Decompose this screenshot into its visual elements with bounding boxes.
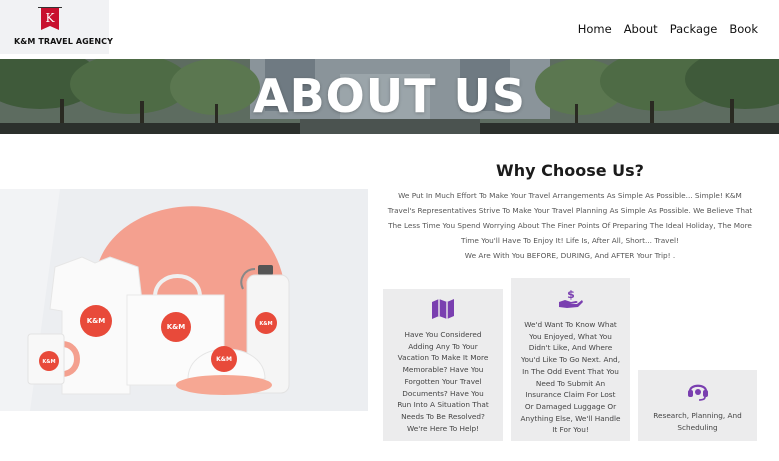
card-line: Adding Any To Your	[408, 341, 478, 351]
card-line: We're Here To Help!	[406, 423, 480, 433]
brand-flag-icon: K	[38, 7, 62, 30]
feature-card-planning: Research, Planning, And Scheduling	[638, 370, 757, 441]
card-line: Memorable? Have You	[402, 365, 484, 375]
card-line: Or Damaged Luggage Or	[524, 401, 617, 411]
card-line: Research, Planning, And	[653, 411, 742, 420]
feature-card-text: We'd Want To Know What You Enjoyed, What…	[519, 319, 622, 436]
svg-text:$: $	[567, 288, 575, 301]
brand-flag-letter: K	[46, 11, 56, 25]
main-nav: Home About Package Book	[578, 22, 758, 36]
card-line: Anything Else, We'll Handle	[520, 413, 621, 423]
card-line: Vacation To Make It More	[397, 353, 489, 363]
card-line: We'd Want To Know What	[524, 320, 617, 329]
card-line: Have You Considered	[404, 330, 482, 339]
card-line: Didn't Like, And Where	[528, 343, 613, 353]
card-line: You Enjoyed, What You	[529, 331, 612, 341]
banner-title: ABOUT US	[253, 69, 526, 123]
feature-card-text: Have You Considered Adding Any To Your V…	[391, 329, 495, 434]
card-line: Need To Submit An	[535, 378, 606, 388]
brand-logo[interactable]: K K&M TRAVEL AGENCY	[0, 0, 113, 54]
card-line: It For You!	[552, 425, 589, 435]
merchandise-image: K&M K&M K&M K&M K&M	[0, 189, 368, 411]
card-line: In The Odd Event That You	[522, 366, 619, 376]
intro-line: We Put In Much Effort To Make Your Trave…	[398, 191, 742, 200]
nav-package[interactable]: Package	[670, 22, 718, 36]
card-line: Documents? Have You	[402, 388, 484, 398]
why-title: Why Choose Us?	[496, 161, 644, 180]
nav-about[interactable]: About	[624, 22, 658, 36]
card-line: Scheduling	[677, 422, 718, 432]
map-icon	[432, 299, 454, 319]
tshirt-logo-text: K&M	[87, 317, 106, 325]
bottle-logo-text: K&M	[259, 321, 272, 327]
why-intro: We Put In Much Effort To Make Your Trave…	[383, 188, 757, 263]
feature-card-text: Research, Planning, And Scheduling	[646, 410, 749, 433]
tote-logo-text: K&M	[167, 323, 186, 331]
card-line: Insurance Claim For Lost	[525, 390, 616, 400]
nav-book[interactable]: Book	[729, 22, 758, 36]
card-line: You'd Like To Go Next. And,	[520, 355, 621, 365]
nav-home[interactable]: Home	[578, 22, 612, 36]
feature-card-feedback: $ We'd Want To Know What You Enjoyed, Wh…	[511, 278, 630, 441]
intro-line: Time You'll Have To Enjoy It! Life Is, A…	[461, 236, 679, 245]
card-line: Forgotten Your Travel	[404, 376, 482, 386]
merchandise-illustration: K&M K&M K&M K&M K&M	[0, 189, 368, 411]
hand-dollar-icon: $	[558, 288, 583, 308]
headset-icon	[687, 384, 708, 401]
mug-logo-text: K&M	[42, 359, 55, 365]
card-line: Needs To Be Resolved?	[401, 411, 485, 421]
brand-name: K&M TRAVEL AGENCY	[14, 37, 114, 46]
cap-logo-text: K&M	[216, 356, 232, 363]
site-header: K K&M TRAVEL AGENCY Home About Package B…	[0, 0, 779, 59]
intro-line: We Are With You BEFORE, DURING, And AFTE…	[464, 251, 676, 260]
about-banner: ABOUT US	[0, 59, 779, 134]
intro-line: The Less Time You Spend Worrying About T…	[388, 221, 752, 230]
feature-card-help: Have You Considered Adding Any To Your V…	[383, 289, 503, 441]
card-line: Run Into A Situation That	[397, 400, 489, 410]
intro-line: Travel's Representatives Strive To Make …	[387, 206, 753, 215]
